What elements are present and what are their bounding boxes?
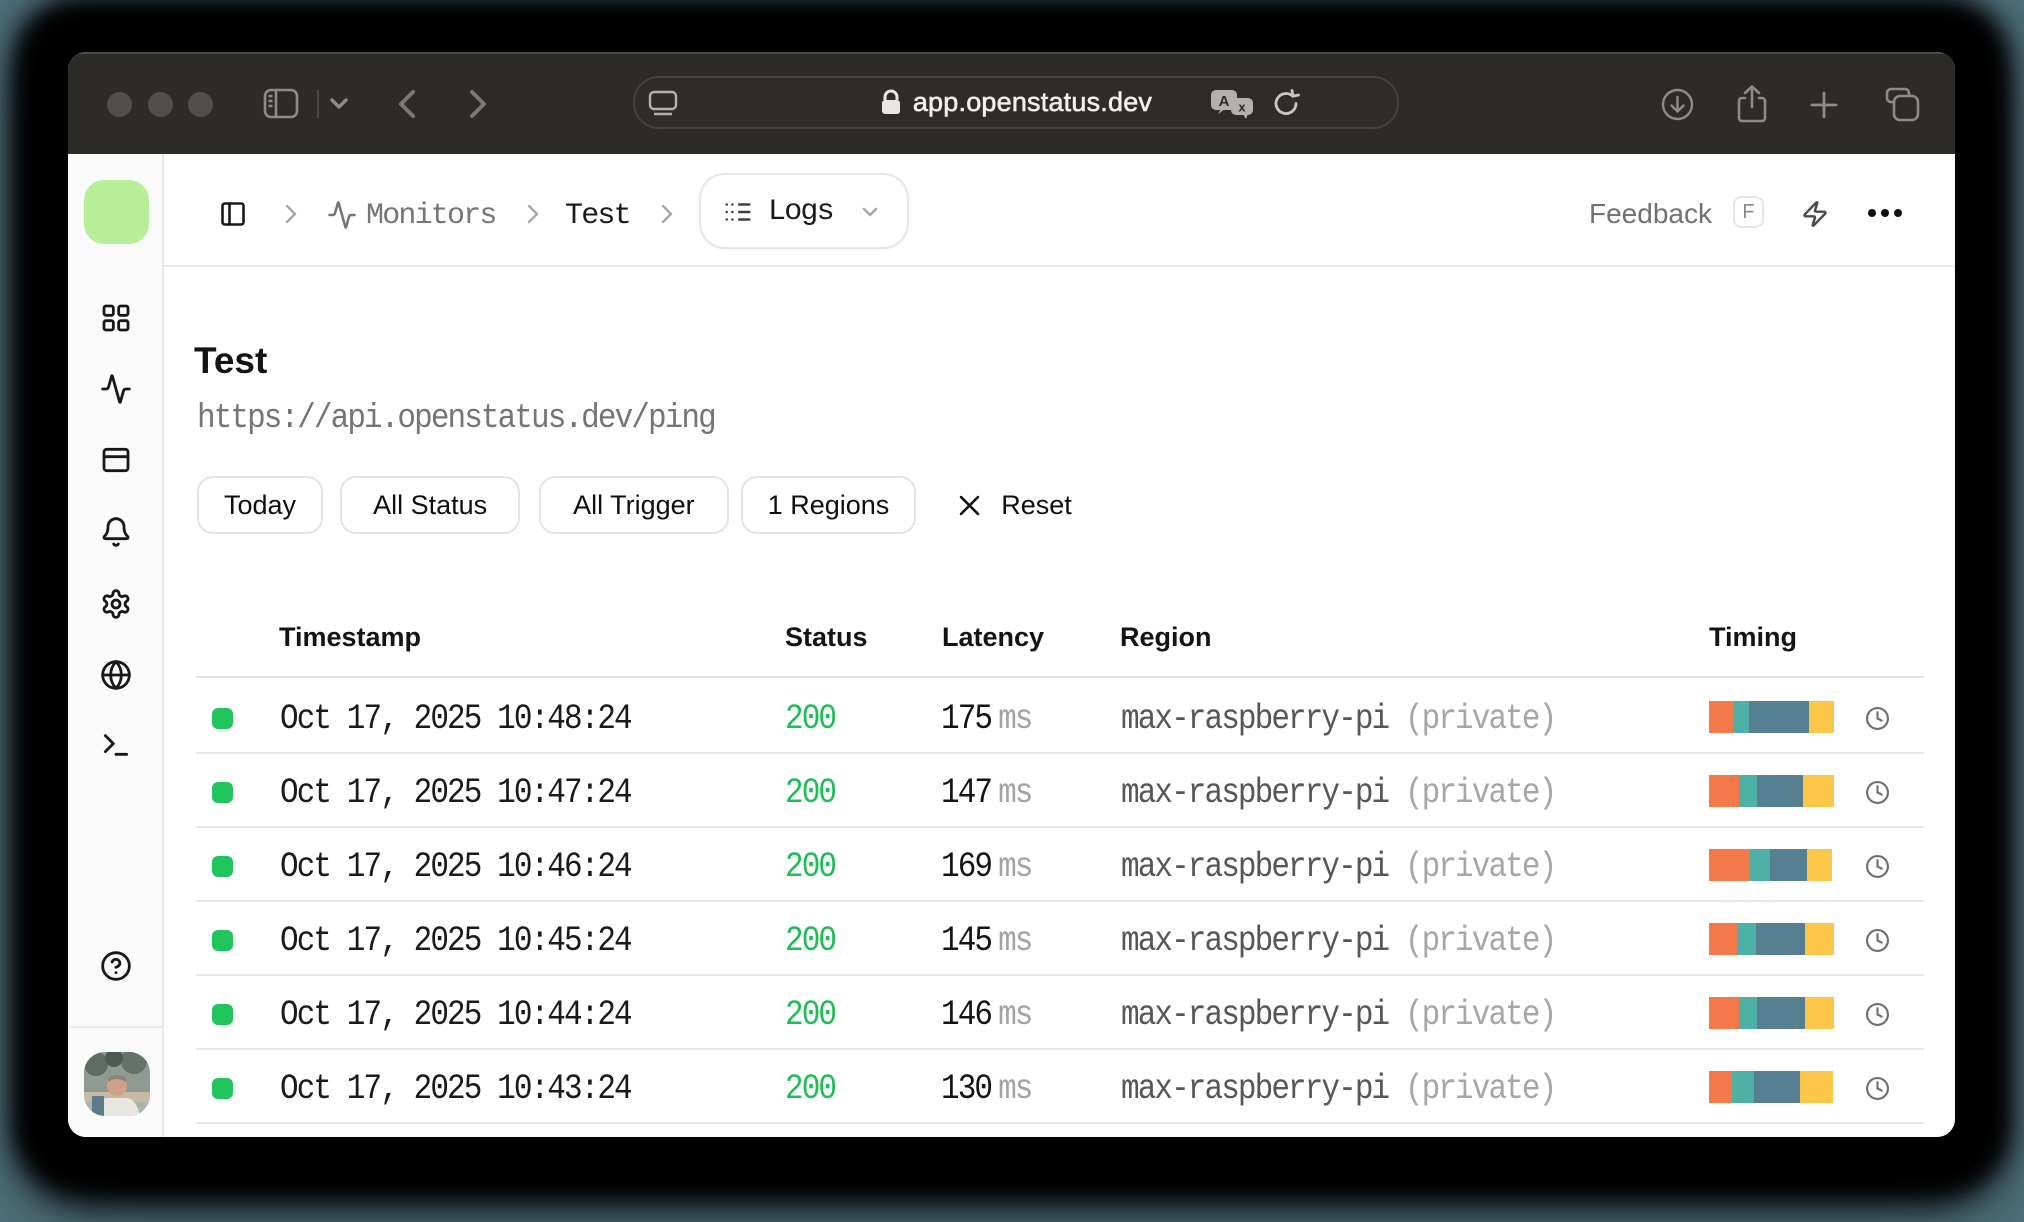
svg-text:A: A: [1219, 93, 1230, 110]
svg-text:x: x: [1238, 100, 1246, 115]
